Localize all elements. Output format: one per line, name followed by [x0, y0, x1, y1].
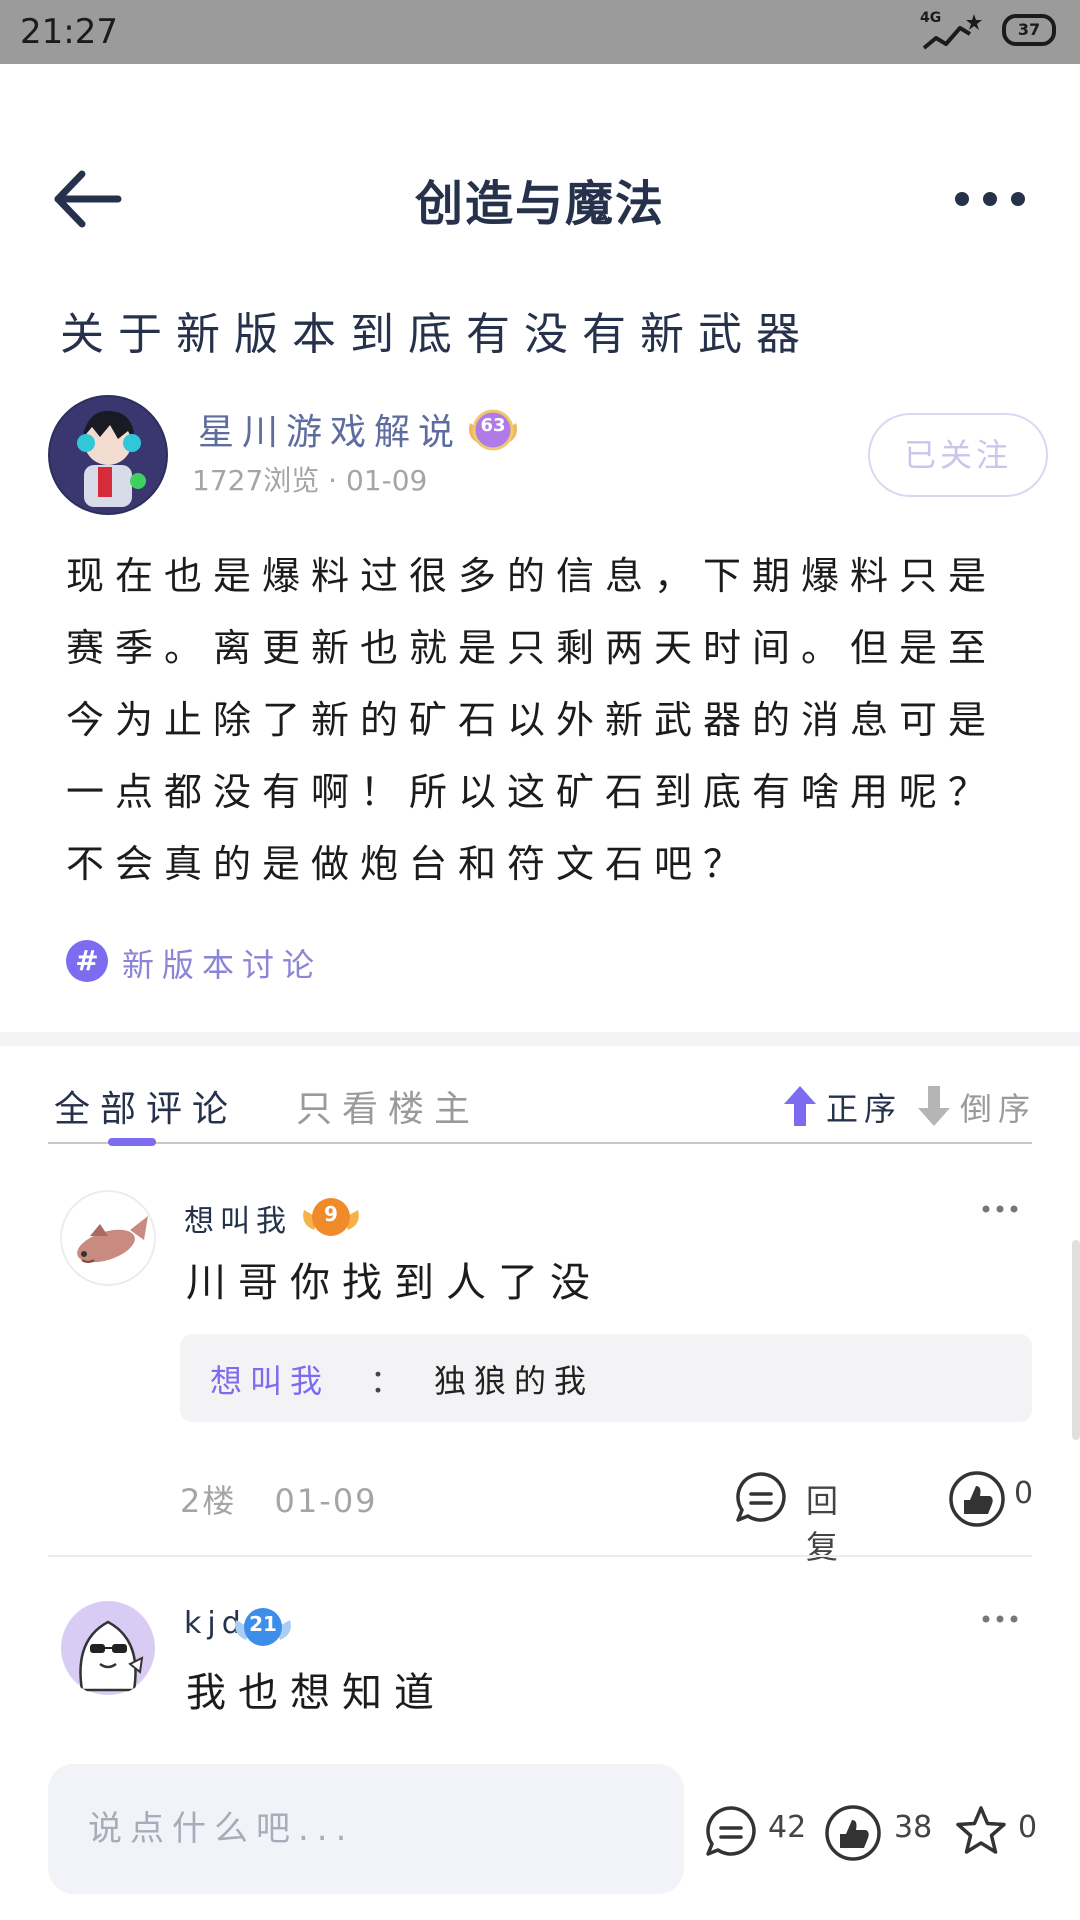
- author-avatar[interactable]: [48, 395, 168, 515]
- comment-count: 42: [768, 1810, 807, 1845]
- page-title: 创造与魔法: [414, 176, 665, 232]
- bottom-action-bar: 42 38 0: [0, 1740, 1080, 1920]
- comments-count-button[interactable]: 42: [704, 1804, 814, 1860]
- favorite-count: 0: [1018, 1810, 1038, 1845]
- comment-bubble-icon: [736, 1472, 786, 1522]
- quote-colon: ：: [370, 1362, 403, 1400]
- sort-ascending-label: 正序: [826, 1090, 903, 1128]
- comment-more-button[interactable]: [976, 1604, 1024, 1634]
- comment-item: 想叫我 9 川哥你找到人了没 想叫我 ： 独狼的我 2楼 01-09 回复 0: [48, 1190, 1033, 1566]
- like-post-button[interactable]: 38: [824, 1804, 934, 1861]
- reply-quote[interactable]: 想叫我 ： 独狼的我: [180, 1334, 1032, 1422]
- comment-divider: [48, 1555, 1032, 1557]
- quote-text: 独狼的我: [434, 1362, 595, 1400]
- post-meta: 1727浏览 · 01-09: [192, 459, 427, 499]
- more-dots-icon: [982, 1615, 1018, 1623]
- more-dots-icon: [982, 1205, 1018, 1213]
- commenter-avatar[interactable]: [60, 1190, 156, 1286]
- author-level: 63: [480, 415, 506, 436]
- thumbs-up-icon: [825, 1805, 881, 1861]
- topic-label: 新版本讨论: [122, 946, 323, 984]
- thumbs-up-icon: [949, 1471, 1005, 1527]
- status-time: 21:27: [20, 12, 118, 52]
- commenter-avatar[interactable]: [60, 1600, 156, 1696]
- comment-text: 我也想知道: [186, 1670, 446, 1716]
- comment-input[interactable]: [48, 1764, 684, 1894]
- active-tab-indicator: [108, 1138, 156, 1146]
- network-signal-icon: 4G: [920, 10, 984, 54]
- reply-button[interactable]: 回复: [734, 1470, 884, 1566]
- battery-level: 37: [1017, 20, 1041, 39]
- level-badge: 21: [232, 1600, 294, 1654]
- post-body: 现在也是爆料过很多的信息，下期爆料只是赛季。离更新也就是只剩两天时间。但是至今为…: [66, 554, 998, 886]
- arrow-down-icon: [918, 1086, 950, 1126]
- commenter-name[interactable]: 想叫我: [184, 1196, 292, 1240]
- like-count: 0: [1014, 1476, 1034, 1511]
- meta-separator: ·: [328, 464, 346, 497]
- comment-date: 01-09: [274, 1482, 378, 1520]
- quote-author[interactable]: 想叫我: [210, 1356, 330, 1402]
- network-type: 4G: [920, 10, 942, 26]
- more-dots-icon: [955, 192, 1025, 206]
- level-badge: 63: [464, 403, 522, 457]
- comment-floor-date: 2楼 01-09: [180, 1476, 378, 1522]
- comment-text: 川哥你找到人了没: [186, 1260, 602, 1306]
- view-count: 1727浏览: [192, 464, 320, 497]
- nav-bar: 创造与魔法: [0, 64, 1080, 329]
- comment-tabs: 全部评论 只看楼主 正序 倒序: [48, 1080, 1032, 1146]
- post-author: 星川游戏解说 63 1727浏览 · 01-09 已关注: [48, 395, 1048, 515]
- like-button[interactable]: 0: [948, 1470, 1034, 1530]
- tab-author-only[interactable]: 只看楼主: [296, 1080, 480, 1132]
- sort-descending-label: 倒序: [960, 1090, 1037, 1128]
- level-badge: 9: [300, 1190, 362, 1244]
- comment-footer: 2楼 01-09 回复 0: [180, 1470, 1033, 1566]
- sort-descending-button[interactable]: 倒序: [916, 1084, 1030, 1128]
- star-icon: [956, 1806, 1006, 1854]
- arrow-up-icon: [784, 1086, 816, 1126]
- author-name[interactable]: 星川游戏解说: [198, 403, 462, 455]
- more-options-button[interactable]: [940, 174, 1040, 224]
- scrollbar-thumb[interactable]: [1072, 1240, 1080, 1440]
- battery-icon: 37: [1002, 14, 1056, 46]
- hashtag-icon: #: [66, 940, 108, 982]
- post-date: 01-09: [345, 464, 428, 497]
- comment-bubble-icon: [706, 1806, 756, 1856]
- commenter-level: 9: [324, 1202, 338, 1226]
- sort-ascending-button[interactable]: 正序: [782, 1084, 896, 1128]
- commenter-level: 21: [249, 1612, 277, 1636]
- follow-button[interactable]: 已关注: [868, 413, 1048, 497]
- status-bar: 21:27 4G 37: [0, 0, 1080, 64]
- favorite-button[interactable]: 0: [954, 1804, 1038, 1860]
- comment-more-button[interactable]: [976, 1194, 1024, 1224]
- floor-number: 2楼: [180, 1482, 237, 1520]
- post-title: 关于新版本到底有没有新武器: [60, 309, 814, 360]
- section-divider: [0, 1032, 1080, 1046]
- tab-all-comments[interactable]: 全部评论: [54, 1080, 238, 1132]
- post-like-count: 38: [894, 1810, 933, 1845]
- comment-item: kjd 21 我也想知道: [48, 1600, 1032, 1730]
